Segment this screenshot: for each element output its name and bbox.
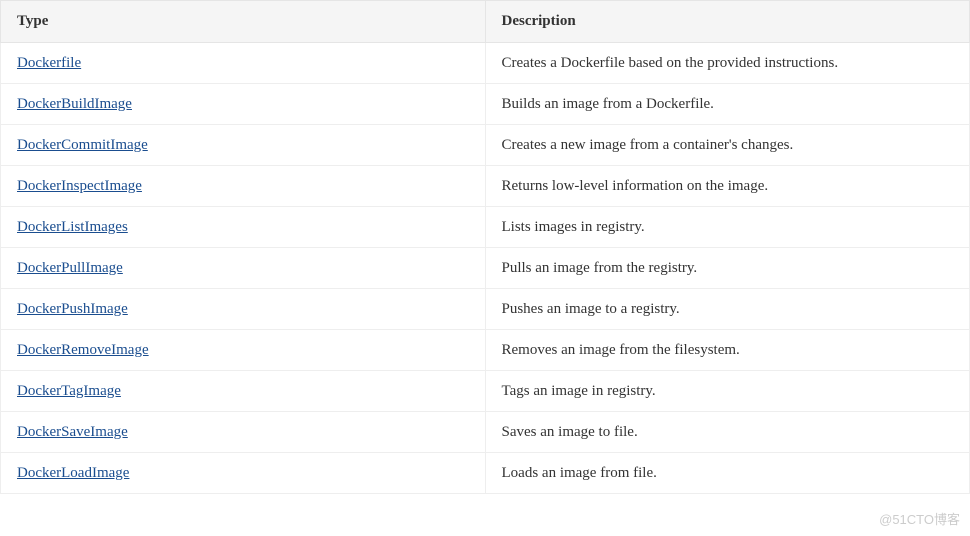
type-cell: DockerPullImage <box>1 248 486 289</box>
description-cell: Builds an image from a Dockerfile. <box>485 84 970 125</box>
type-link-dockercommitimage[interactable]: DockerCommitImage <box>17 137 148 153</box>
description-cell: Saves an image to file. <box>485 412 970 453</box>
type-link-dockerremoveimage[interactable]: DockerRemoveImage <box>17 342 149 358</box>
header-type: Type <box>1 1 486 43</box>
type-link-dockertagimage[interactable]: DockerTagImage <box>17 383 121 399</box>
type-link-dockersaveimage[interactable]: DockerSaveImage <box>17 424 128 440</box>
description-cell: Lists images in registry. <box>485 207 970 248</box>
type-cell: DockerBuildImage <box>1 84 486 125</box>
table-row: DockerTagImage Tags an image in registry… <box>1 371 970 412</box>
type-cell: DockerPushImage <box>1 289 486 330</box>
type-link-dockerlistimages[interactable]: DockerListImages <box>17 219 128 235</box>
header-row: Type Description <box>1 1 970 43</box>
table-row: DockerInspectImage Returns low-level inf… <box>1 166 970 207</box>
header-description: Description <box>485 1 970 43</box>
table-row: DockerLoadImage Loads an image from file… <box>1 453 970 494</box>
table-row: DockerSaveImage Saves an image to file. <box>1 412 970 453</box>
table-row: DockerPushImage Pushes an image to a reg… <box>1 289 970 330</box>
type-cell: Dockerfile <box>1 43 486 84</box>
table-row: DockerPullImage Pulls an image from the … <box>1 248 970 289</box>
table-body: Dockerfile Creates a Dockerfile based on… <box>1 43 970 494</box>
table-row: DockerRemoveImage Removes an image from … <box>1 330 970 371</box>
watermark: @51CTO博客 <box>879 509 960 528</box>
description-cell: Loads an image from file. <box>485 453 970 494</box>
table-header: Type Description <box>1 1 970 43</box>
table-row: DockerBuildImage Builds an image from a … <box>1 84 970 125</box>
type-cell: DockerCommitImage <box>1 125 486 166</box>
type-cell: DockerListImages <box>1 207 486 248</box>
description-cell: Creates a Dockerfile based on the provid… <box>485 43 970 84</box>
type-cell: DockerSaveImage <box>1 412 486 453</box>
docker-types-table: Type Description Dockerfile Creates a Do… <box>0 0 970 494</box>
table-row: DockerCommitImage Creates a new image fr… <box>1 125 970 166</box>
type-link-dockerinspectimage[interactable]: DockerInspectImage <box>17 178 142 194</box>
type-cell: DockerTagImage <box>1 371 486 412</box>
type-link-dockerloadimage[interactable]: DockerLoadImage <box>17 465 129 481</box>
table-row: Dockerfile Creates a Dockerfile based on… <box>1 43 970 84</box>
type-cell: DockerInspectImage <box>1 166 486 207</box>
description-cell: Pushes an image to a registry. <box>485 289 970 330</box>
type-link-dockerbuildimage[interactable]: DockerBuildImage <box>17 96 132 112</box>
description-cell: Tags an image in registry. <box>485 371 970 412</box>
table-row: DockerListImages Lists images in registr… <box>1 207 970 248</box>
description-cell: Creates a new image from a container's c… <box>485 125 970 166</box>
docker-types-table-container: Type Description Dockerfile Creates a Do… <box>0 0 970 494</box>
type-cell: DockerLoadImage <box>1 453 486 494</box>
description-cell: Removes an image from the filesystem. <box>485 330 970 371</box>
description-cell: Returns low-level information on the ima… <box>485 166 970 207</box>
description-cell: Pulls an image from the registry. <box>485 248 970 289</box>
type-link-dockerpushimage[interactable]: DockerPushImage <box>17 301 128 317</box>
type-link-dockerpullimage[interactable]: DockerPullImage <box>17 260 123 276</box>
type-link-dockerfile[interactable]: Dockerfile <box>17 55 81 71</box>
type-cell: DockerRemoveImage <box>1 330 486 371</box>
